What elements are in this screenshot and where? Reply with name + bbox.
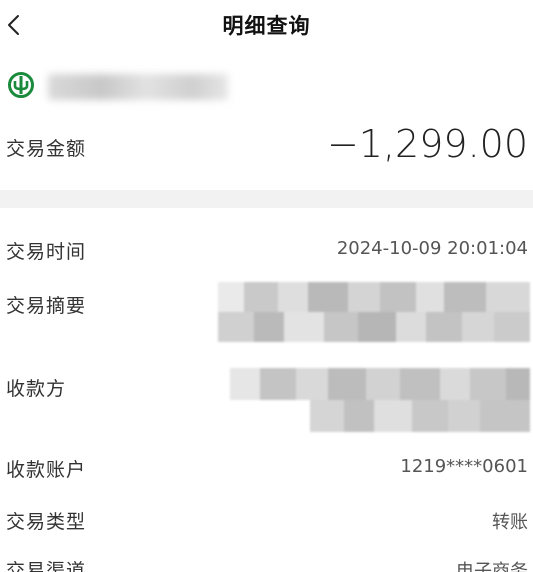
- time-value: 2024-10-09 20:01:04: [336, 238, 528, 259]
- redacted-account-name: [48, 74, 228, 100]
- abc-bank-logo-icon: [8, 72, 34, 98]
- type-label: 交易类型: [6, 511, 87, 533]
- channel-value: 电子商务: [456, 561, 528, 572]
- amount-value: −1,299.00: [326, 122, 528, 166]
- section-divider: [0, 190, 533, 208]
- account-label: 收款账户: [6, 459, 87, 481]
- summary-label: 交易摘要: [6, 295, 87, 317]
- amount-label: 交易金额: [6, 138, 87, 160]
- redacted-payee: [230, 368, 530, 432]
- payee-label: 收款方: [6, 378, 67, 400]
- time-label: 交易时间: [6, 241, 87, 263]
- channel-label: 交易渠道: [6, 560, 87, 572]
- channel-row: 交易渠道 电子商务: [0, 556, 533, 572]
- redacted-summary: [218, 282, 530, 342]
- type-value: 转账: [492, 512, 528, 533]
- account-value: 1219****0601: [400, 456, 528, 477]
- page-title: 明细查询: [222, 14, 311, 38]
